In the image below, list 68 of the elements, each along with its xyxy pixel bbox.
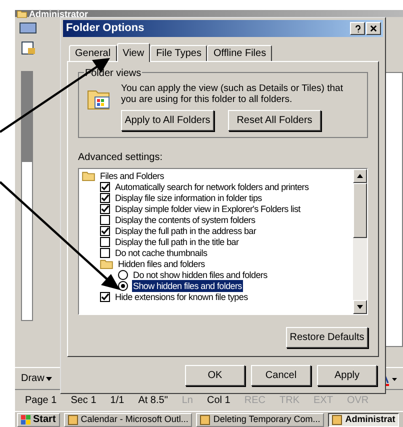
folder-views-description: You can apply the view (such as Details or Tiles) that you are using for this folder to all folders. <box>121 83 344 105</box>
status-field: Sec 1 <box>70 393 96 408</box>
radio-button[interactable] <box>118 280 128 290</box>
dialog-button[interactable]: OK <box>185 365 245 386</box>
checkbox[interactable] <box>100 214 110 224</box>
help-icon <box>354 24 360 32</box>
status-field: TRK <box>279 393 300 408</box>
dialog-button[interactable]: Apply <box>317 365 377 386</box>
folder-icon <box>17 10 27 18</box>
setting-label[interactable]: Display file size information in folder tips <box>114 192 263 204</box>
scroll-down-icon <box>357 305 363 309</box>
radio-button[interactable] <box>118 270 128 280</box>
tab[interactable]: View <box>116 43 150 62</box>
tab[interactable]: Offline Files <box>207 45 272 61</box>
restore-defaults-button[interactable]: Restore Defaults <box>286 327 368 348</box>
setting-label[interactable]: Display the contents of system folders <box>114 214 256 226</box>
start-button[interactable]: Start <box>17 412 60 426</box>
toolbar-icon[interactable] <box>19 41 37 55</box>
checkbox[interactable] <box>100 236 110 246</box>
checkbox[interactable] <box>100 226 110 236</box>
dialog-title: Folder Options <box>66 21 144 36</box>
status-field: Col 1 <box>207 393 230 408</box>
folder-views-button[interactable]: Apply to All Folders <box>121 110 214 131</box>
app-icon <box>68 414 78 424</box>
app-icon <box>200 414 210 424</box>
folder-icon <box>100 258 113 268</box>
checkbox[interactable] <box>100 248 110 258</box>
status-field: OVR <box>346 393 369 408</box>
close-button[interactable] <box>366 22 381 35</box>
setting-label[interactable]: Do not cache thumbnails <box>114 246 208 258</box>
window-title: Administrator <box>29 8 88 18</box>
status-field: EXT <box>313 393 333 408</box>
setting-label[interactable]: Show hidden files and folders <box>132 280 243 292</box>
setting-label[interactable]: Hidden files and folders <box>117 258 206 270</box>
taskbar-button[interactable]: Deleting Temporary Com... <box>196 412 324 426</box>
setting-label[interactable]: Do not show hidden files and folders <box>132 268 268 280</box>
folder-views-button[interactable]: Reset All Folders <box>228 110 321 131</box>
setting-label[interactable]: Display the full path in the address bar <box>114 224 258 236</box>
help-button[interactable] <box>350 22 365 35</box>
tab[interactable]: General <box>69 45 117 61</box>
folder-icon <box>82 170 95 180</box>
setting-label[interactable]: Files and Folders <box>99 170 165 182</box>
status-field: REC <box>244 393 266 408</box>
tab[interactable]: File Types <box>150 45 208 61</box>
checkbox[interactable] <box>100 204 110 214</box>
status-field: 1/1 <box>110 393 124 408</box>
status-field: At 8.5" <box>138 393 168 408</box>
checkbox[interactable] <box>100 292 110 302</box>
toolbar-icon[interactable] <box>19 21 37 35</box>
setting-label[interactable]: Automatically search for network folders and printers <box>114 180 310 192</box>
scrollbar[interactable] <box>353 169 367 314</box>
checkbox[interactable] <box>100 182 110 192</box>
windows-flag-icon <box>21 414 31 424</box>
draw-menu[interactable]: Draw <box>21 371 52 386</box>
setting-label[interactable]: Display simple folder view in Explorer's Folders list <box>114 202 302 214</box>
status-field: Page 1 <box>25 393 57 408</box>
taskbar-button[interactable]: Administrat <box>328 412 400 426</box>
advanced-settings-label: Advanced settings: <box>78 151 164 165</box>
checkbox[interactable] <box>100 192 110 202</box>
status-field: Ln <box>182 393 193 408</box>
caret-icon <box>46 376 52 380</box>
taskbar-button[interactable]: Calendar - Microsoft Outl... <box>64 412 192 426</box>
setting-label[interactable]: Hide extensions for known file types <box>114 290 249 302</box>
close-icon <box>370 25 377 32</box>
app-icon <box>332 414 342 424</box>
setting-label[interactable]: Display the full path in the title bar <box>114 236 240 248</box>
scroll-up-icon <box>357 174 363 178</box>
dialog-button[interactable]: Cancel <box>251 365 311 386</box>
